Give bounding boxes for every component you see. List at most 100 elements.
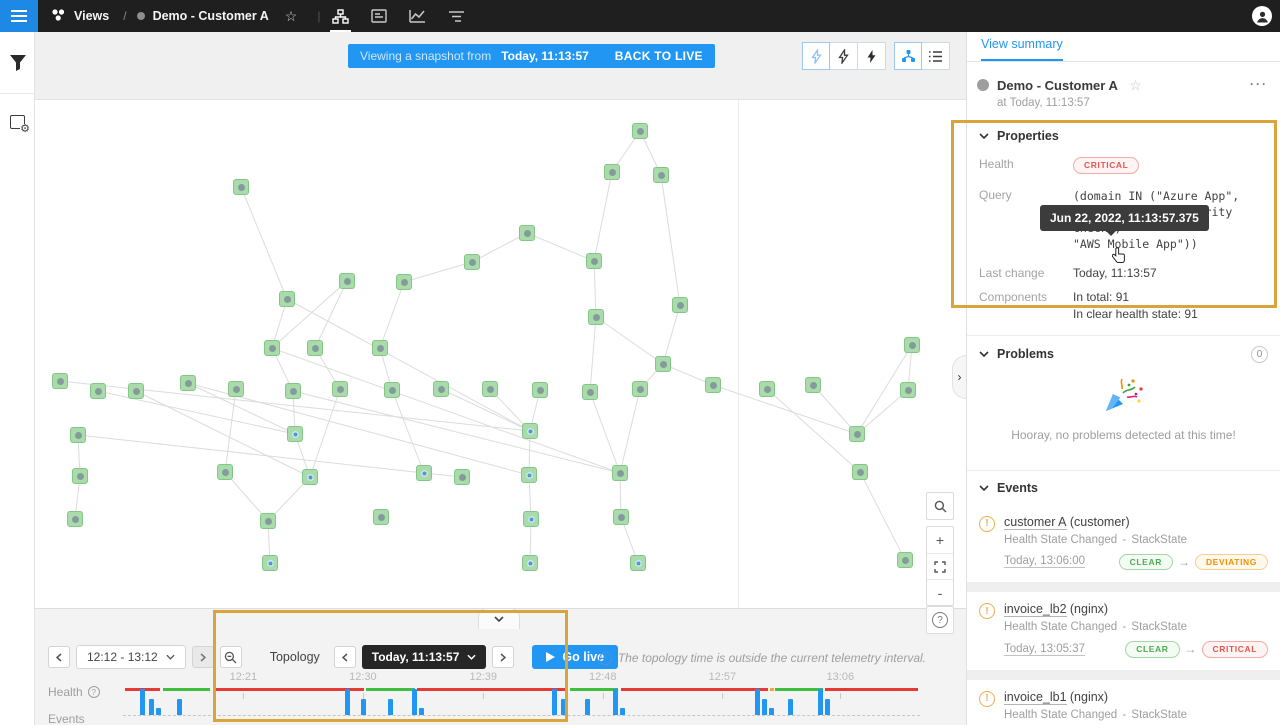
properties-section-header[interactable]: Properties [967, 119, 1280, 153]
topology-node[interactable] [262, 555, 278, 571]
topology-node[interactable] [285, 383, 301, 399]
topology-node[interactable] [613, 509, 629, 525]
back-to-live-button[interactable]: BACK TO LIVE [615, 49, 703, 63]
topology-node[interactable] [180, 375, 196, 391]
topology-time-prev-button[interactable] [334, 646, 356, 668]
topology-node[interactable] [904, 337, 920, 353]
topology-node[interactable] [532, 382, 548, 398]
telemetry-range-select[interactable]: 12:12 - 13:12 [76, 645, 186, 669]
events-histogram[interactable] [123, 689, 920, 716]
topology-node[interactable] [307, 340, 323, 356]
event-card[interactable]: ! invoice_lb1 (nginx) Health State Chang… [967, 680, 1280, 725]
panel-collapse-handle[interactable]: › [952, 355, 966, 399]
topology-node[interactable] [582, 384, 598, 400]
last-change-value[interactable]: Today, 11:13:57 [1073, 266, 1157, 280]
hamburger-menu-button[interactable] [0, 0, 38, 32]
more-actions-button[interactable]: ··· [1250, 77, 1268, 91]
topology-node[interactable] [260, 513, 276, 529]
topology-node[interactable] [67, 511, 83, 527]
alerts-lightning-filled-button[interactable] [858, 42, 886, 70]
topology-node[interactable] [630, 555, 646, 571]
topology-node[interactable] [655, 356, 671, 372]
topology-node[interactable] [128, 383, 144, 399]
topology-node[interactable] [464, 254, 480, 270]
tab-view-summary[interactable]: View summary [981, 37, 1063, 61]
topology-node[interactable] [233, 179, 249, 195]
topology-node[interactable] [523, 511, 539, 527]
health-help-icon[interactable]: ? [88, 686, 100, 698]
event-card[interactable]: ! invoice_lb2 (nginx) Health State Chang… [967, 592, 1280, 670]
topology-node[interactable] [604, 164, 620, 180]
topology-node[interactable] [521, 467, 537, 483]
topology-node[interactable] [372, 340, 388, 356]
topology-node[interactable] [849, 426, 865, 442]
topology-canvas[interactable] [35, 100, 966, 608]
timeline-collapse-tab[interactable] [478, 608, 520, 629]
topology-node[interactable] [632, 381, 648, 397]
topology-node[interactable] [588, 309, 604, 325]
topology-node[interactable] [52, 373, 68, 389]
traces-list-icon[interactable] [446, 0, 467, 32]
event-component-link[interactable]: invoice_lb1 [1004, 690, 1067, 705]
topology-node[interactable] [759, 381, 775, 397]
search-icon[interactable] [926, 492, 954, 520]
user-avatar[interactable] [1252, 6, 1272, 26]
topology-node[interactable] [90, 383, 106, 399]
event-component-link[interactable]: invoice_lb2 [1004, 602, 1067, 617]
help-button[interactable]: ? [926, 606, 954, 634]
topology-node[interactable] [705, 377, 721, 393]
topology-node[interactable] [264, 340, 280, 356]
canvas-search-button[interactable] [926, 492, 954, 520]
view-settings-button[interactable]: ⚙ [0, 94, 35, 150]
range-prev-button[interactable] [48, 646, 70, 668]
topology-node[interactable] [228, 381, 244, 397]
topology-node[interactable] [632, 123, 648, 139]
topology-node[interactable] [433, 381, 449, 397]
topology-node[interactable] [287, 426, 303, 442]
event-card[interactable]: ! customer A (customer) Health State Cha… [967, 505, 1280, 583]
problems-lightning-outline-blue-button[interactable] [802, 42, 830, 70]
topology-node[interactable] [332, 381, 348, 397]
zoom-in-button[interactable]: + [927, 527, 953, 553]
topology-node[interactable] [72, 468, 88, 484]
topology-node[interactable] [482, 381, 498, 397]
topology-node[interactable] [396, 274, 412, 290]
topology-node[interactable] [384, 382, 400, 398]
topology-time-next-button[interactable] [492, 646, 514, 668]
topology-node[interactable] [897, 552, 913, 568]
list-mode-button[interactable] [922, 42, 950, 70]
topology-node[interactable] [454, 469, 470, 485]
range-next-button[interactable] [192, 646, 214, 668]
topology-node[interactable] [653, 167, 669, 183]
topology-time-select[interactable]: Today, 11:13:57 [362, 645, 487, 669]
topology-node[interactable] [900, 382, 916, 398]
topology-node[interactable] [586, 253, 602, 269]
topology-node[interactable] [373, 509, 389, 525]
topology-node[interactable] [522, 423, 538, 439]
topology-node[interactable] [612, 465, 628, 481]
event-component-link[interactable]: customer A [1004, 515, 1067, 530]
filter-button[interactable] [0, 32, 35, 94]
snapshot-banner[interactable]: Viewing a snapshot from Today, 11:13:57 … [348, 44, 715, 68]
breadcrumb-view-title[interactable]: Demo - Customer A [153, 9, 269, 23]
events-section-header[interactable]: Events [967, 471, 1280, 505]
events-lightning-outline-button[interactable] [830, 42, 858, 70]
favorite-star-icon[interactable]: ☆ [1129, 77, 1142, 93]
topology-node[interactable] [339, 273, 355, 289]
event-time-link[interactable]: Today, 13:05:37 [1004, 643, 1085, 656]
zoom-out-button[interactable]: - [927, 579, 953, 605]
fit-to-screen-button[interactable] [927, 553, 953, 579]
topology-node[interactable] [672, 297, 688, 313]
event-time-link[interactable]: Today, 13:06:00 [1004, 555, 1085, 568]
topology-node[interactable] [279, 291, 295, 307]
topology-node[interactable] [519, 225, 535, 241]
timeline-zoom-out-button[interactable] [220, 646, 242, 668]
topology-node[interactable] [302, 469, 318, 485]
topology-node[interactable] [70, 427, 86, 443]
component-details-icon[interactable] [369, 0, 389, 32]
topology-node[interactable] [522, 555, 538, 571]
topology-mode-button[interactable] [894, 42, 922, 70]
favorite-star-icon[interactable]: ☆ [285, 8, 298, 25]
breadcrumb-views[interactable]: Views [74, 9, 109, 23]
problems-section-header[interactable]: Problems 0 [967, 336, 1280, 373]
